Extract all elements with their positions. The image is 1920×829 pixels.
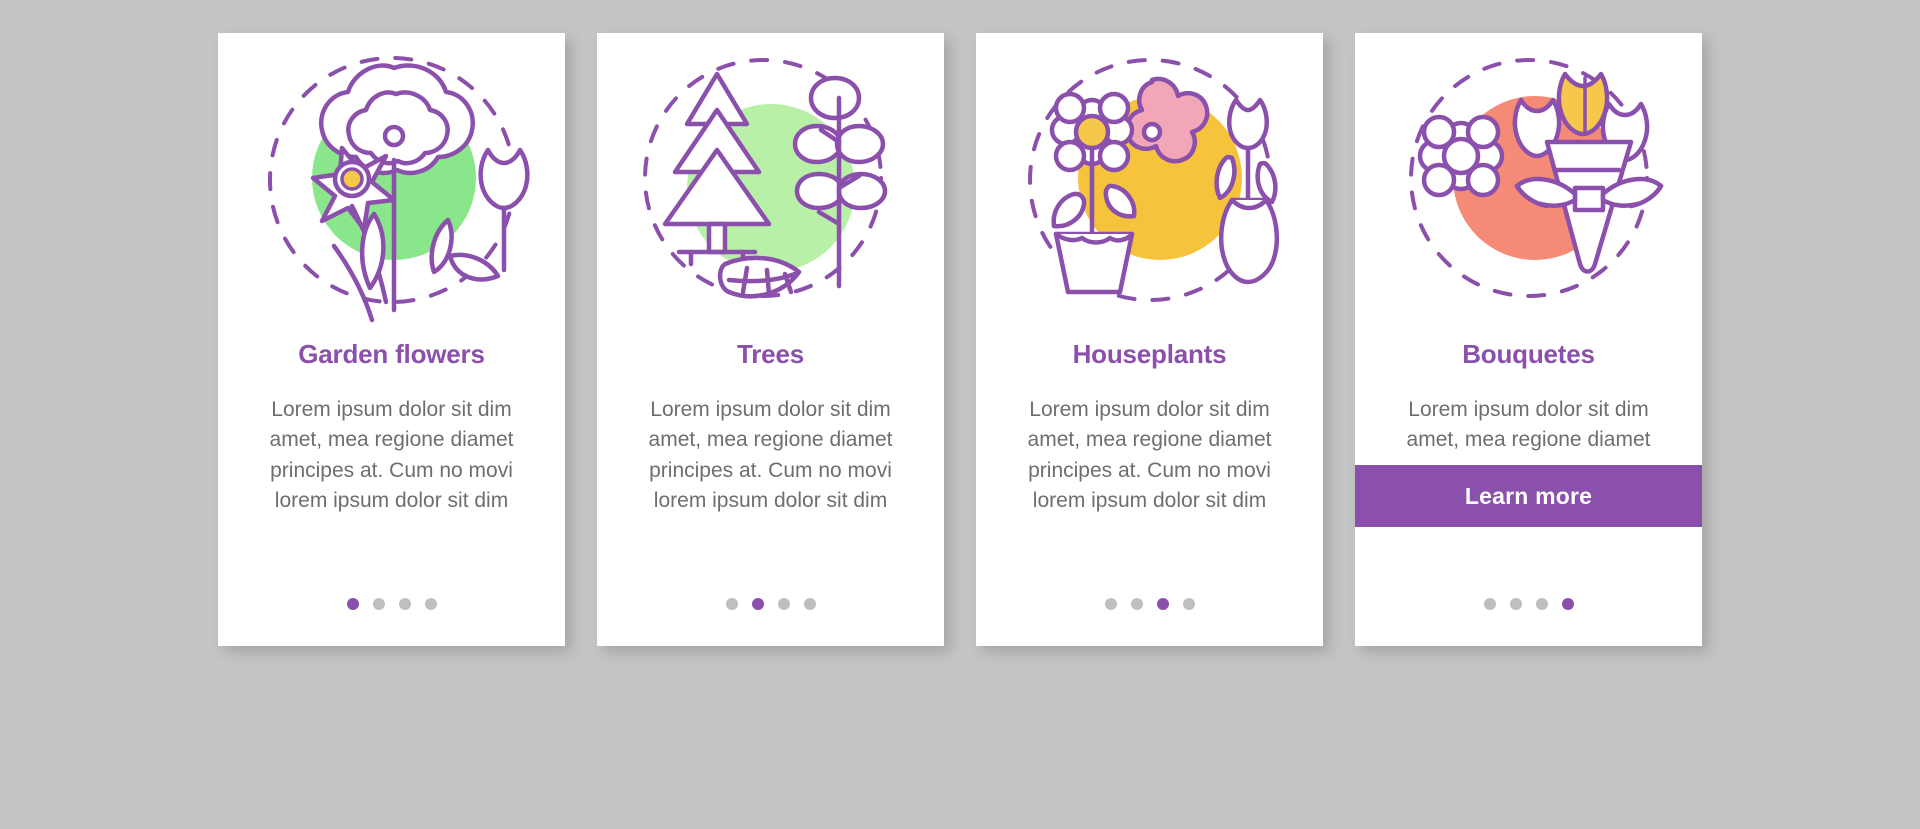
cards-row: Garden flowers Lorem ipsum dolor sit dim… xyxy=(0,0,1920,829)
card-body-text: Lorem ipsum dolor sit dim amet, mea regi… xyxy=(1406,398,1651,452)
pagination-dot-4[interactable] xyxy=(424,598,437,610)
pagination-dot-4[interactable] xyxy=(1182,598,1195,610)
card-title: Houseplants xyxy=(1072,339,1227,369)
card-body-text: Lorem ipsum dolor sit dim amet, mea regi… xyxy=(269,398,514,513)
card-body-text: Lorem ipsum dolor sit dim amet, mea regi… xyxy=(1027,398,1272,513)
card-body-text: Lorem ipsum dolor sit dim amet, mea regi… xyxy=(648,398,893,513)
pagination-dot-1[interactable] xyxy=(725,598,738,610)
pagination-dots[interactable] xyxy=(218,598,565,610)
onboarding-card-houseplants[interactable]: Houseplants Lorem ipsum dolor sit dim am… xyxy=(976,33,1323,646)
pagination-dot-2[interactable] xyxy=(372,598,385,610)
pagination-dot-2[interactable] xyxy=(1509,598,1522,610)
pagination-dot-3[interactable] xyxy=(777,598,790,610)
onboarding-card-bouquetes[interactable]: Bouquetes Lorem ipsum dolor sit dim amet… xyxy=(1355,33,1702,646)
pagination-dots[interactable] xyxy=(976,598,1323,610)
pagination-dot-1[interactable] xyxy=(1483,598,1496,610)
trees-illustration xyxy=(597,33,944,333)
pagination-dot-2[interactable] xyxy=(751,598,764,610)
pagination-dot-4[interactable] xyxy=(803,598,816,610)
pagination-dot-3[interactable] xyxy=(1535,598,1548,610)
card-title: Trees xyxy=(737,339,804,369)
pagination-dot-1[interactable] xyxy=(346,598,359,610)
card-title: Garden flowers xyxy=(298,339,485,369)
pagination-dot-2[interactable] xyxy=(1130,598,1143,610)
pagination-dot-4[interactable] xyxy=(1561,598,1574,610)
bouquetes-illustration xyxy=(1355,33,1702,333)
onboarding-card-garden-flowers[interactable]: Garden flowers Lorem ipsum dolor sit dim… xyxy=(218,33,565,646)
onboarding-card-trees[interactable]: Trees Lorem ipsum dolor sit dim amet, me… xyxy=(597,33,944,646)
garden-flowers-illustration xyxy=(218,33,565,333)
onboarding-screens-stage: Garden flowers Lorem ipsum dolor sit dim… xyxy=(0,0,1920,829)
card-title: Bouquetes xyxy=(1462,339,1595,369)
houseplants-illustration xyxy=(976,33,1323,333)
learn-more-button[interactable]: Learn more xyxy=(1355,465,1702,527)
pagination-dot-3[interactable] xyxy=(1156,598,1169,610)
pagination-dots[interactable] xyxy=(1355,598,1702,610)
pagination-dot-1[interactable] xyxy=(1104,598,1117,610)
pagination-dots[interactable] xyxy=(597,598,944,610)
pagination-dot-3[interactable] xyxy=(398,598,411,610)
